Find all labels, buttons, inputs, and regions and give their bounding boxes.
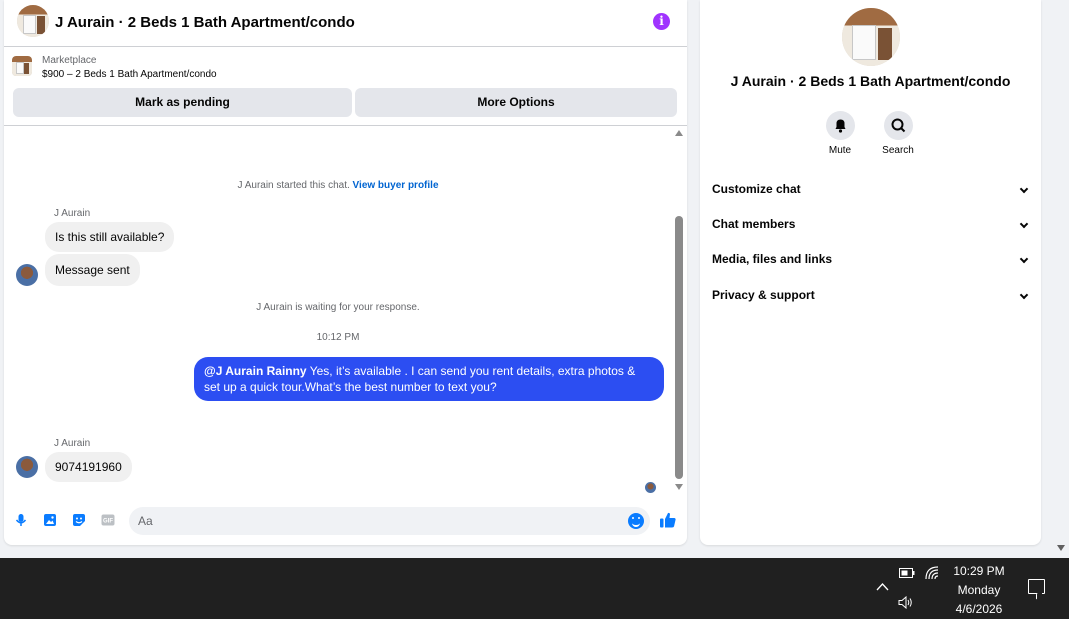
section-label: Media, files and links [712,252,833,266]
section-label: Chat members [712,217,796,231]
avatar[interactable] [16,264,38,286]
emoji-icon[interactable] [628,513,644,529]
thumbs-up-icon[interactable] [659,511,677,529]
info-icon[interactable]: i [653,13,670,30]
mute-label: Mute [828,145,852,156]
more-options-button[interactable]: More Options [355,88,677,117]
svg-text:GIF: GIF [103,519,113,525]
battery-icon[interactable] [899,568,915,578]
listing-avatar[interactable] [17,5,49,37]
privacy-support-section[interactable]: Privacy & support [712,288,1029,308]
seen-indicator-avatar [645,482,656,493]
search-label: Search [882,145,914,156]
waiting-notice: J Aurain is waiting for your response. [256,302,420,313]
scroll-up-arrow-icon[interactable] [675,130,683,136]
chevron-down-icon [1019,184,1029,194]
view-buyer-profile-link[interactable]: View buyer profile [353,180,439,191]
page-scroll-down-icon[interactable] [1057,545,1065,551]
chat-started-text: J Aurain started this chat. [237,180,350,191]
chevron-up-icon[interactable] [876,582,889,591]
info-title: J Aurain · 2 Beds 1 Bath Apartment/condo [730,73,1011,89]
chat-panel: J Aurain · 2 Beds 1 Bath Apartment/condo… [4,0,687,545]
notification-icon[interactable] [1028,579,1045,594]
message-input-box[interactable] [129,507,650,535]
chevron-down-icon [1019,254,1029,264]
avatar[interactable] [16,456,38,478]
message-timestamp: 10:12 PM [316,332,360,343]
gif-icon[interactable]: GIF [101,513,115,527]
message-input[interactable] [138,513,618,529]
sticker-icon[interactable] [72,513,86,527]
chat-started-notice: J Aurain started this chat. View buyer p… [4,180,672,191]
chat-title[interactable]: J Aurain · 2 Beds 1 Bath Apartment/condo [55,14,355,31]
listing-avatar-large[interactable] [842,8,900,66]
bell-icon [825,111,855,140]
search-icon [883,111,913,140]
marketplace-label: Marketplace [42,55,97,66]
listing-text: $900 – 2 Beds 1 Bath Apartment/condo [42,69,217,80]
conversation-info-panel: J Aurain · 2 Beds 1 Bath Apartment/condo… [700,0,1041,545]
speaker-icon[interactable] [898,596,914,609]
media-files-links-section[interactable]: Media, files and links [712,252,1029,272]
message-list: J Aurain started this chat. View buyer p… [4,126,687,496]
scroll-down-arrow-icon[interactable] [675,484,683,490]
clock-time: 10:29 PM [953,564,1005,578]
sender-name: J Aurain [54,438,91,449]
sender-name: J Aurain [54,208,91,219]
microphone-icon[interactable] [14,513,28,527]
chevron-down-icon [1019,219,1029,229]
search-button[interactable]: Search [869,111,927,156]
wifi-icon[interactable] [925,566,939,580]
mute-button[interactable]: Mute [811,111,869,156]
chat-members-section[interactable]: Chat members [712,217,1029,237]
marketplace-listing[interactable]: Marketplace $900 – 2 Beds 1 Bath Apartme… [4,48,687,86]
scrollbar-thumb[interactable] [675,216,683,479]
clock-date: 4/6/2026 [955,602,1003,616]
section-label: Customize chat [712,182,801,196]
photo-icon[interactable] [43,513,57,527]
incoming-message[interactable]: Is this still available? [45,222,175,252]
section-label: Privacy & support [712,288,815,302]
scrollbar[interactable] [673,126,685,498]
system-clock[interactable]: 10:29 PM Monday 4/6/2026 [938,562,1020,619]
incoming-message[interactable]: Message sent [45,254,140,286]
chevron-down-icon [1019,290,1029,300]
chat-header: J Aurain · 2 Beds 1 Bath Apartment/condo… [4,0,687,47]
clock-day: Monday [957,583,1001,597]
outgoing-message[interactable]: @J Aurain Rainny Yes, it’s available . I… [194,357,664,401]
taskbar: 10:29 PM Monday 4/6/2026 [0,558,1069,619]
composer: GIF [4,505,687,537]
listing-thumbnail [12,56,32,76]
incoming-message[interactable]: 9074191960 [45,452,132,482]
mark-as-pending-button[interactable]: Mark as pending [13,88,352,117]
mention[interactable]: @J Aurain Rainny [204,364,307,378]
customize-chat-section[interactable]: Customize chat [712,182,1029,202]
